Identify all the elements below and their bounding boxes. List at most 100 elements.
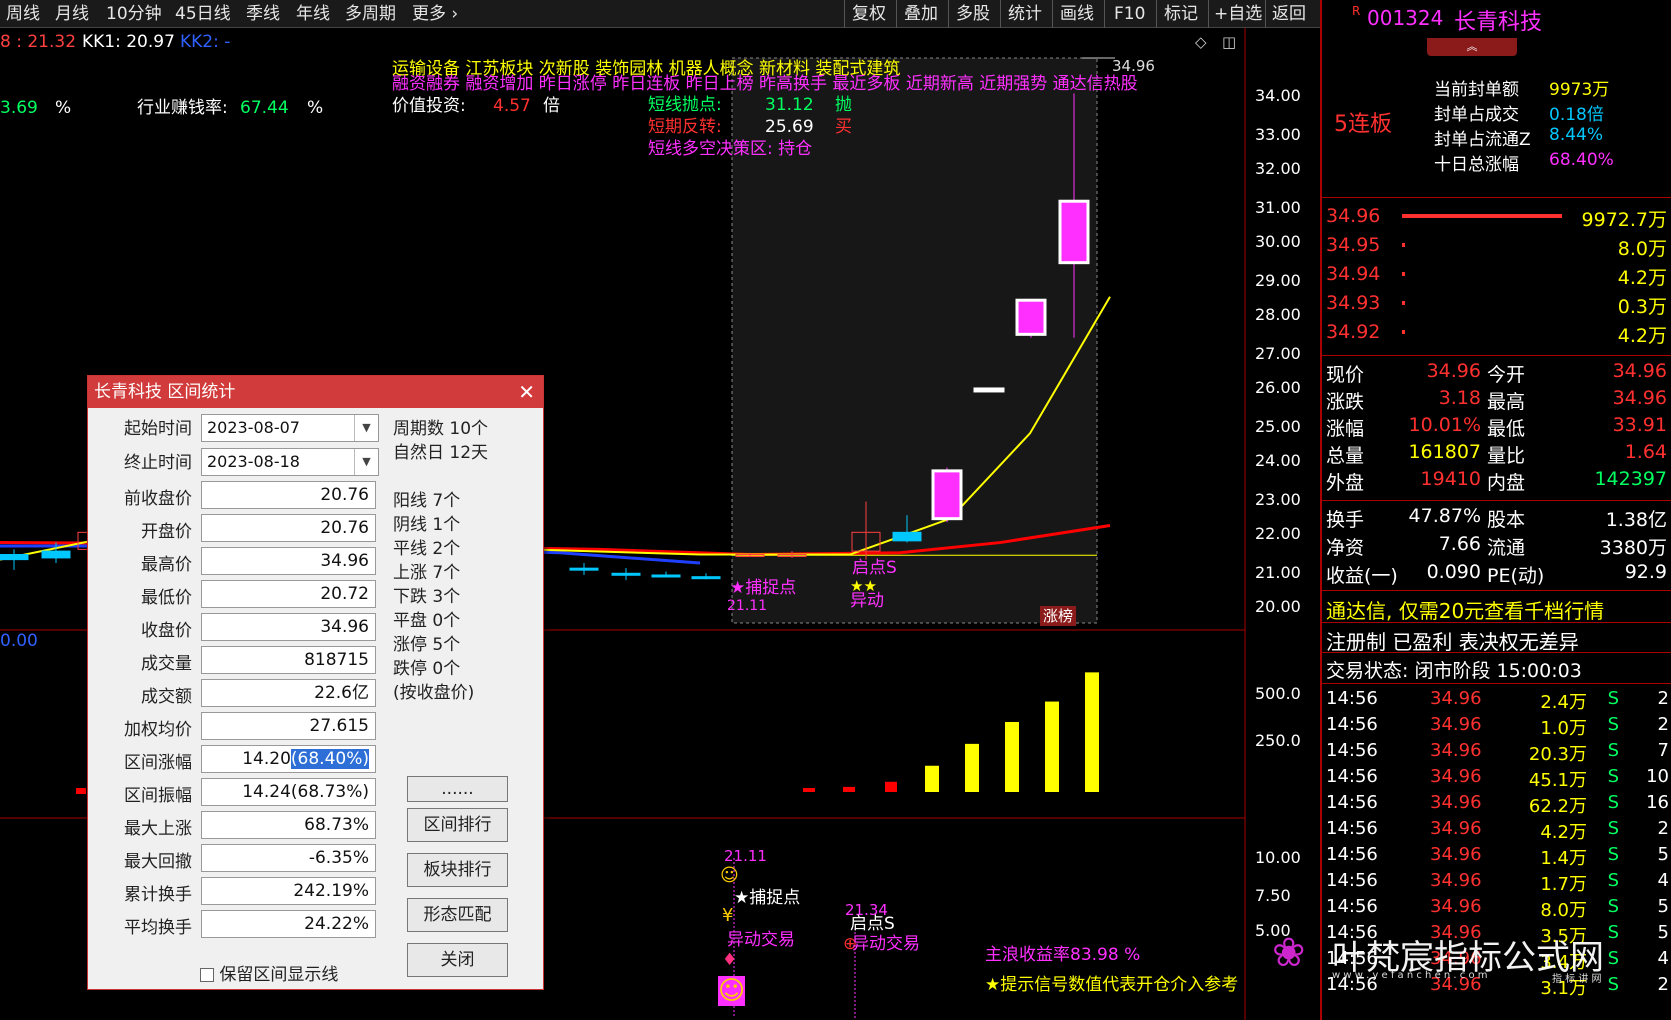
- axis-tick: 22.00: [1255, 524, 1301, 543]
- end-date-value: 2023-08-18: [207, 452, 300, 471]
- stat-value-field[interactable]: -6.35%: [201, 844, 376, 872]
- quote-v1: 34.96: [1426, 360, 1481, 382]
- divider: [1322, 622, 1671, 623]
- stat-value-field[interactable]: 24.22%: [201, 910, 376, 938]
- restore-rights-button[interactable]: 复权: [852, 2, 886, 26]
- tab-45day[interactable]: 45日线: [175, 2, 231, 26]
- volume-bar: [1045, 701, 1059, 792]
- pattern-match-button[interactable]: 形态匹配: [407, 898, 508, 932]
- sector-rank-button[interactable]: 板块排行: [407, 853, 508, 887]
- quote-l2: 内盘: [1487, 472, 1526, 494]
- tick-s: S: [1607, 896, 1619, 917]
- stat-value-field[interactable]: 14.24(68.73%): [201, 778, 376, 806]
- stat-value-field[interactable]: 20.76: [201, 514, 376, 542]
- value-invest-unit: 倍: [543, 96, 560, 116]
- tick-v: 8.0万: [1540, 900, 1587, 921]
- stat-value-field[interactable]: 14.20(68.40%): [201, 745, 376, 773]
- add-watchlist-button[interactable]: +自选: [1214, 2, 1262, 26]
- stat-value-field[interactable]: 27.615: [201, 712, 376, 740]
- start-date-picker[interactable]: 2023-08-07 ▼: [201, 414, 379, 442]
- promo-text[interactable]: 通达信, 仅需20元查看千档行情: [1326, 595, 1604, 624]
- axis-tick: 26.00: [1255, 378, 1301, 397]
- stat-value-field[interactable]: 20.76: [201, 481, 376, 509]
- stat-value-field[interactable]: 34.96: [201, 613, 376, 641]
- bag-icon: ¥: [722, 905, 734, 926]
- quote-v1: 47.87%: [1408, 505, 1481, 527]
- axis-tick: 31.00: [1255, 198, 1301, 217]
- catch-point-price: 21.11: [727, 598, 768, 614]
- ind-catch-label: ★捕捉点: [734, 888, 801, 908]
- divider: [1322, 197, 1671, 198]
- tick-v: 2.4万: [1540, 692, 1587, 713]
- axis-tick: 34.00: [1255, 86, 1301, 105]
- range-stats-dialog[interactable]: 长青科技 区间统计 ✕ 起始时间 2023-08-07 ▼ 终止时间 2023-0…: [87, 375, 544, 990]
- stock-code: 001324: [1367, 6, 1444, 30]
- start-date-value: 2023-08-07: [207, 418, 300, 437]
- tick-n: 2: [1657, 688, 1669, 709]
- tick-t: 14:56: [1326, 714, 1378, 735]
- stat-info: (按收盘价): [393, 683, 475, 703]
- axis-tick: 32.00: [1255, 159, 1301, 178]
- dialog-title-bar[interactable]: 长青科技 区间统计 ✕: [88, 376, 543, 408]
- volume-bar: [76, 788, 86, 794]
- quote-v1: 161807: [1408, 441, 1481, 463]
- kk1-legend: KK1: 20.97: [82, 32, 175, 52]
- tick-p: 34.96: [1430, 740, 1482, 761]
- volume-bar: [965, 743, 979, 792]
- vol-axis-tick: 250.0: [1255, 731, 1301, 750]
- tab-weekly[interactable]: 周线: [6, 2, 40, 26]
- quote-v2: 1.64: [1624, 441, 1667, 463]
- axis-tick: 30.00: [1255, 232, 1301, 251]
- more-options-button[interactable]: ......: [407, 776, 508, 802]
- stat-info: 周期数 10个: [393, 419, 489, 439]
- collapse-handle[interactable]: ︽: [1427, 38, 1517, 56]
- chevron-down-icon[interactable]: ▼: [354, 449, 378, 475]
- panel-toggle-icon[interactable]: ◫: [1222, 32, 1236, 52]
- tab-yearly[interactable]: 年线: [296, 2, 330, 26]
- statistics-button[interactable]: 统计: [1008, 2, 1042, 26]
- close-icon[interactable]: ✕: [518, 376, 535, 408]
- stat-value-field[interactable]: 20.72: [201, 580, 376, 608]
- stat-value-field[interactable]: 242.19%: [201, 877, 376, 905]
- gem-icon: ♦: [722, 950, 738, 970]
- back-button[interactable]: 返回: [1272, 2, 1306, 26]
- stat-value-field[interactable]: 34.96: [201, 547, 376, 575]
- stat-value-field[interactable]: 68.73%: [201, 811, 376, 839]
- axis-tick: 29.00: [1255, 271, 1301, 290]
- reversal-value: 25.69: [765, 117, 814, 137]
- range-rank-button[interactable]: 区间排行: [407, 808, 508, 842]
- tab-quarter[interactable]: 季线: [246, 2, 280, 26]
- axis-tick: 20.00: [1255, 597, 1301, 616]
- stat-value-field[interactable]: 22.6亿: [201, 679, 376, 707]
- candle-body: [892, 531, 922, 542]
- tick-t: 14:56: [1326, 844, 1378, 865]
- bid-volume-bar: [1402, 330, 1405, 334]
- draw-line-button[interactable]: 画线: [1060, 2, 1094, 26]
- tab-monthly[interactable]: 月线: [55, 2, 89, 26]
- checkbox-box[interactable]: [200, 968, 214, 982]
- tab-10min[interactable]: 10分钟: [106, 2, 162, 26]
- tick-v: 4.2万: [1540, 822, 1587, 843]
- multi-stock-button[interactable]: 多股: [956, 2, 990, 26]
- keep-range-checkbox[interactable]: 保留区间显示线: [200, 960, 338, 985]
- axis-tick: 25.00: [1255, 417, 1301, 436]
- more-menu[interactable]: 更多 ›: [412, 2, 458, 26]
- f10-button[interactable]: F10: [1114, 2, 1145, 26]
- stat-value: 34.96: [320, 551, 369, 571]
- overlay-button[interactable]: 叠加: [904, 2, 938, 26]
- end-date-picker[interactable]: 2023-08-18 ▼: [201, 448, 379, 476]
- tick-v: 20.3万: [1528, 744, 1587, 765]
- mark-button[interactable]: 标记: [1164, 2, 1198, 26]
- ten-day-label: 十日总涨幅: [1434, 155, 1519, 175]
- stat-value-field[interactable]: 818715: [201, 646, 376, 674]
- chevron-down-icon[interactable]: ▼: [354, 415, 378, 441]
- diamond-icon[interactable]: ◇: [1195, 32, 1207, 52]
- close-button[interactable]: 关闭: [407, 943, 508, 977]
- quote-l1: 涨幅: [1326, 418, 1365, 440]
- short-sell-mark: 抛: [835, 95, 852, 115]
- stat-label: 最高价: [141, 555, 192, 575]
- stat-label: 最大上涨: [124, 819, 192, 839]
- tab-multi-period[interactable]: 多周期: [345, 2, 396, 26]
- watermark-sub: 指 标 讲 网: [1552, 974, 1602, 985]
- stat-info: 涨停 5个: [393, 635, 461, 655]
